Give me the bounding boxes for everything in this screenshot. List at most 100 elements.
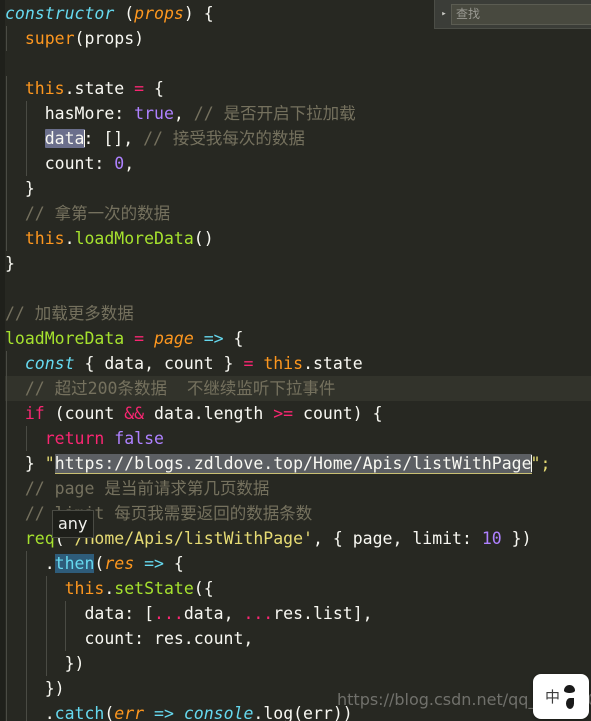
code-token: https://blogs.zdldove.top/Home/Apis/list… xyxy=(54,454,532,474)
type-hover-popup: any xyxy=(52,510,94,538)
code-token: , { page, limit: xyxy=(312,529,482,548)
indent-guide xyxy=(6,451,7,476)
indent-guide xyxy=(25,651,27,676)
code-line[interactable]: loadMoreData = page => { xyxy=(0,326,591,351)
code-line[interactable]: // page 是当前请求第几页数据 xyxy=(0,476,591,501)
indent-guide xyxy=(6,676,7,701)
code-line[interactable]: const { data, count } = this.state xyxy=(0,351,591,376)
indent-guide xyxy=(6,601,7,626)
code-line[interactable]: } xyxy=(0,176,591,201)
code-line[interactable]: data: [], // 接受我每次的数据 xyxy=(0,126,591,151)
code-line[interactable]: data: [...data, ...res.list], xyxy=(0,601,591,626)
indent-guide xyxy=(6,651,7,676)
indent-guide xyxy=(45,576,47,601)
code-token: >= xyxy=(273,404,294,423)
code-line[interactable]: } xyxy=(0,251,591,276)
code-token: { xyxy=(163,554,184,573)
find-widget[interactable]: ▸ xyxy=(434,0,591,29)
code-line[interactable]: }) xyxy=(0,651,591,676)
code-line[interactable]: } "https://blogs.zdldove.top/Home/Apis/l… xyxy=(0,451,591,476)
editor-gutter xyxy=(0,0,5,721)
code-line[interactable] xyxy=(0,276,591,301)
indent-guide xyxy=(45,626,47,651)
code-editor[interactable]: constructor (props) { super(props) this.… xyxy=(0,0,591,721)
code-token: { data, count } xyxy=(74,354,244,373)
code-token: page xyxy=(154,329,194,348)
code-token: . xyxy=(5,554,55,573)
code-token: err xyxy=(114,704,145,721)
code-line[interactable]: this.loadMoreData() xyxy=(0,226,591,251)
code-token: this xyxy=(24,79,65,98)
code-line[interactable]: }) xyxy=(0,676,591,701)
indent-guide xyxy=(6,26,7,51)
code-token: ... xyxy=(154,604,184,623)
code-token: data.length xyxy=(144,404,274,423)
code-token: setState xyxy=(114,579,194,598)
code-token: count: res.count, xyxy=(5,629,254,648)
ime-indicator[interactable]: 中 xyxy=(533,674,589,719)
code-line[interactable]: .then(res => { xyxy=(0,551,591,576)
code-token: then xyxy=(54,554,95,573)
code-line[interactable]: super(props) xyxy=(0,26,591,51)
code-line[interactable]: count: 0, xyxy=(0,151,591,176)
code-token: data xyxy=(44,129,85,148)
code-token: { xyxy=(144,79,164,98)
code-token: loadMoreData xyxy=(5,329,125,348)
code-line[interactable]: return false xyxy=(0,426,591,451)
indent-guide xyxy=(6,151,7,176)
code-token: ( xyxy=(94,554,105,573)
code-lines-container[interactable]: constructor (props) { super(props) this.… xyxy=(0,0,591,721)
code-line[interactable]: // 超过200条数据 不继续监听下拉事件 xyxy=(0,376,591,401)
indent-guide xyxy=(25,576,27,601)
code-token: => xyxy=(144,554,164,573)
code-token: } xyxy=(5,454,45,473)
code-token: data: [ xyxy=(5,604,155,623)
code-token: } xyxy=(5,254,15,273)
code-line[interactable]: .catch(err => console.log(err)) xyxy=(0,701,591,721)
code-token: }) xyxy=(501,529,532,548)
code-token: const xyxy=(24,354,75,373)
code-line[interactable]: // 加载更多数据 xyxy=(0,301,591,326)
code-line[interactable]: this.state = { xyxy=(0,76,591,101)
code-token: this xyxy=(24,229,65,248)
indent-guide xyxy=(25,701,27,721)
ime-mode-label: 中 xyxy=(544,688,560,706)
code-token: // 加载更多数据 xyxy=(5,304,134,323)
code-token: res.list], xyxy=(273,604,373,623)
code-token: => xyxy=(154,704,174,721)
chevron-right-icon[interactable]: ▸ xyxy=(437,3,451,25)
indent-guide xyxy=(25,601,27,626)
code-line[interactable]: this.setState({ xyxy=(0,576,591,601)
indent-guide xyxy=(6,401,7,426)
code-token: = xyxy=(134,79,145,98)
code-token: ( xyxy=(114,4,135,23)
code-token: .log(err)) xyxy=(253,704,353,721)
find-input[interactable] xyxy=(451,3,591,25)
code-token: && xyxy=(124,404,145,423)
code-line[interactable]: hasMore: true, // 是否开启下拉加载 xyxy=(0,101,591,126)
code-token: data, xyxy=(183,604,244,623)
code-token: 0 xyxy=(114,154,125,173)
code-token: '/Home/Apis/listWithPage' xyxy=(64,529,313,548)
indent-guide xyxy=(6,351,7,376)
code-token: } xyxy=(5,179,35,198)
code-token: // 超过200条数据 不继续监听下拉事件 xyxy=(5,379,336,398)
code-line[interactable] xyxy=(0,51,591,76)
code-line[interactable]: // 拿第一次的数据 xyxy=(0,201,591,226)
code-token: loadMoreData xyxy=(74,229,194,248)
code-token: "; xyxy=(530,454,551,473)
indent-guide xyxy=(6,576,7,601)
code-token: .state xyxy=(64,79,135,98)
indent-guide xyxy=(25,126,27,151)
code-line[interactable]: if (count && data.length >= count) { xyxy=(0,401,591,426)
code-line[interactable]: count: res.count, xyxy=(0,626,591,651)
